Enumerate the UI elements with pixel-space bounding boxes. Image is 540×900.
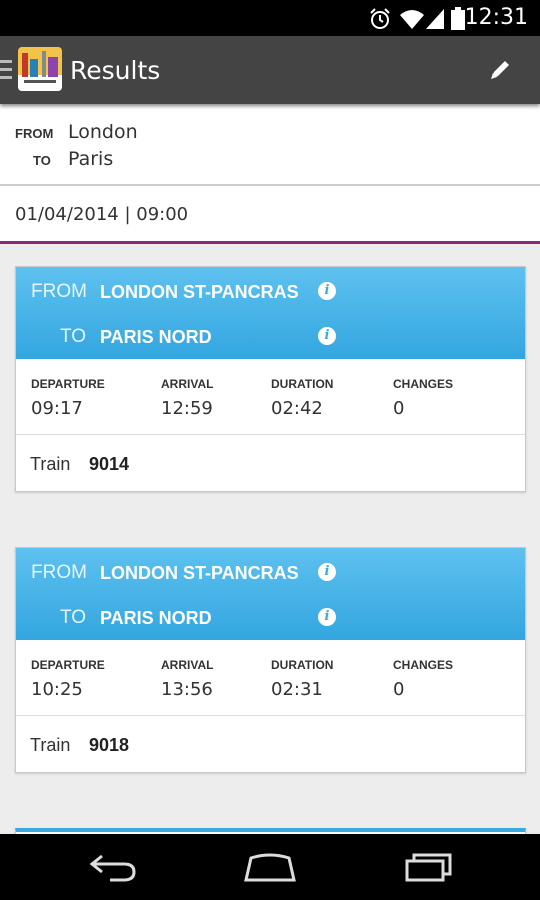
arrival-label: ARRIVAL <box>161 377 214 391</box>
duration-value: 02:31 <box>271 679 323 700</box>
trip-stats: DEPARTURE 09:17 ARRIVAL 12:59 DURATION 0… <box>16 359 525 435</box>
changes-label: CHANGES <box>393 658 454 672</box>
train-info: Train 9018 <box>16 716 525 772</box>
alarm-icon <box>370 8 390 29</box>
info-icon[interactable]: i <box>318 563 336 581</box>
result-card[interactable]: FROM LONDON ST-PANCRAS i TO PARIS NORD i… <box>15 266 526 492</box>
trip-stats: DEPARTURE 10:25 ARRIVAL 13:56 DURATION 0… <box>16 640 525 716</box>
to-value[interactable]: Paris <box>68 148 113 170</box>
departure-time: 10:25 <box>31 679 83 700</box>
route-header: FROM LONDON ST-PANCRAS i TO PARIS NORD i <box>16 548 525 640</box>
from-label: FROM <box>15 126 54 141</box>
from-label: FROM <box>31 562 87 583</box>
result-card[interactable]: FROM LONDON ST-PANCRAS i TO PARIS NORD i… <box>15 547 526 773</box>
changes-value: 0 <box>393 679 405 700</box>
from-label: FROM <box>31 281 87 302</box>
info-icon[interactable]: i <box>318 327 336 345</box>
navigation-bar <box>0 834 540 900</box>
to-station: PARIS NORD <box>100 327 212 347</box>
recent-apps-icon[interactable] <box>404 852 454 882</box>
from-station: LONDON ST-PANCRAS <box>100 563 299 583</box>
changes-value: 0 <box>393 398 405 419</box>
to-label: TO <box>60 326 87 347</box>
arrival-time: 12:59 <box>161 398 213 419</box>
departure-time: 09:17 <box>31 398 83 419</box>
back-icon[interactable] <box>88 852 138 882</box>
status-bar: 12:31 <box>0 0 540 36</box>
changes-label: CHANGES <box>393 377 454 391</box>
app-logo-icon[interactable] <box>18 47 62 91</box>
from-value[interactable]: London <box>68 121 138 143</box>
duration-label: DURATION <box>271 658 334 672</box>
divider <box>0 184 540 186</box>
search-summary[interactable]: FROM London TO Paris 01/04/2014 | 09:00 <box>0 104 540 244</box>
train-number: 9018 <box>89 735 130 755</box>
arrival-label: ARRIVAL <box>161 658 214 672</box>
home-icon[interactable] <box>243 852 297 882</box>
results-list[interactable]: FROM LONDON ST-PANCRAS i TO PARIS NORD i… <box>0 244 540 834</box>
train-number: 9014 <box>89 454 130 474</box>
menu-icon[interactable] <box>0 60 12 84</box>
clock: 12:31 <box>464 5 528 30</box>
edit-icon[interactable] <box>486 56 514 84</box>
train-label: Train <box>30 735 71 755</box>
departure-label: DEPARTURE <box>31 377 105 391</box>
to-station: PARIS NORD <box>100 608 212 628</box>
to-label: TO <box>60 607 87 628</box>
action-bar: Results <box>0 36 540 104</box>
duration-label: DURATION <box>271 377 334 391</box>
screen-title: Results <box>70 56 161 85</box>
to-label: TO <box>33 153 51 168</box>
train-label: Train <box>30 454 71 474</box>
route-header: FROM LONDON ST-PANCRAS i TO PARIS NORD i <box>16 267 525 359</box>
arrival-time: 13:56 <box>161 679 213 700</box>
info-icon[interactable]: i <box>318 282 336 300</box>
from-station: LONDON ST-PANCRAS <box>100 282 299 302</box>
departure-label: DEPARTURE <box>31 658 105 672</box>
battery-icon <box>451 7 465 30</box>
wifi-icon <box>400 10 424 29</box>
signal-icon <box>426 9 444 29</box>
duration-value: 02:42 <box>271 398 323 419</box>
date-time[interactable]: 01/04/2014 | 09:00 <box>15 204 188 225</box>
train-info: Train 9014 <box>16 435 525 491</box>
info-icon[interactable]: i <box>318 608 336 626</box>
